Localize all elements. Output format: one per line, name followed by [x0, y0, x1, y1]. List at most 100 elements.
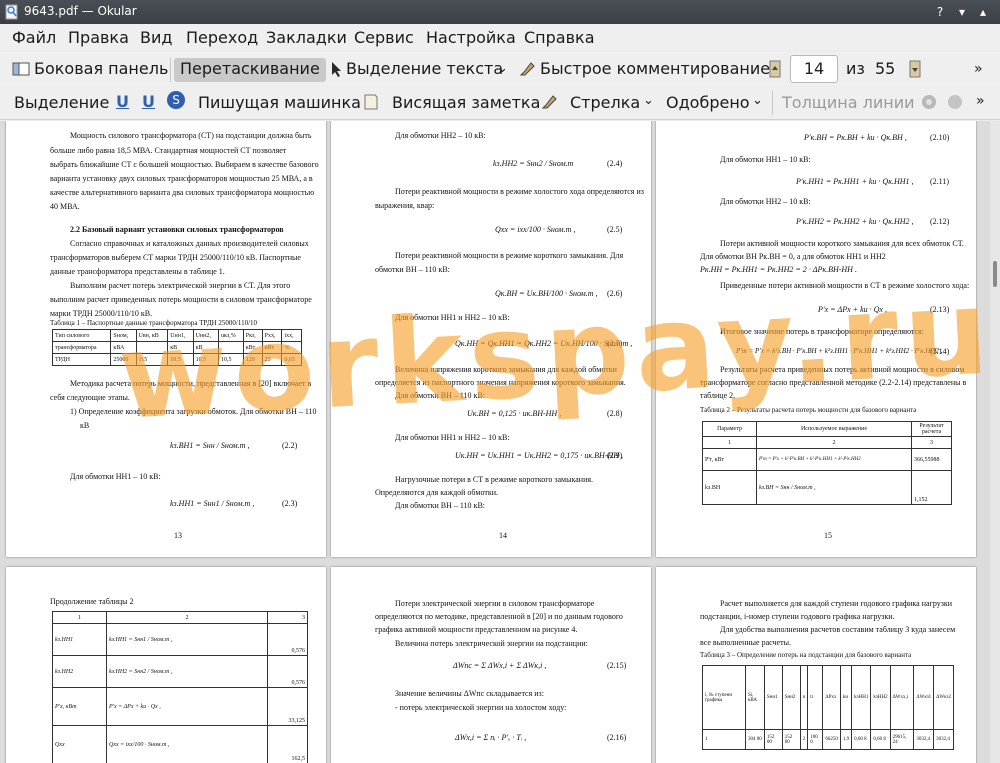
table-cell: kз.ВН = Sнн / Sном.т , — [756, 470, 912, 505]
table-cell: 33,125 — [267, 687, 308, 726]
menu-edit[interactable]: Правка — [68, 28, 129, 47]
table-cell: Uнн1, — [167, 329, 194, 342]
overflow-chevron-icon[interactable]: » — [976, 90, 985, 114]
equation-number: (2.12) — [930, 217, 950, 226]
help-icon[interactable]: ? — [932, 4, 948, 20]
text-line: определяется из паспортного значения нап… — [375, 378, 626, 387]
minimize-icon[interactable]: ▾ — [954, 4, 970, 20]
table-cell: Qхх = iхх/100 · Sном.т , — [106, 725, 268, 763]
stamp-approved-button[interactable]: Одобрено — [666, 92, 750, 116]
table-row: 1 304 00 152 00 152 00 2 100 0 66250 1,9… — [702, 729, 954, 750]
vertical-scrollbar[interactable] — [990, 121, 1000, 763]
menu-tools[interactable]: Сервис — [354, 28, 414, 47]
table-cell: Используемое выражение — [756, 421, 912, 437]
menu-bookmarks[interactable]: Закладки — [266, 28, 347, 47]
text-line: Выполним расчет потерь электрической эне… — [70, 281, 291, 290]
text-line: марки ТРДН 25000/110/10 кВ. — [50, 309, 153, 318]
text-line: Для обмотки НН2 – 10 кВ: — [720, 197, 811, 206]
drag-mode-button[interactable]: Перетаскивание — [174, 58, 326, 82]
table-row: kз.НН1 kз.НН1 = Sнн1 / Sном.т , 0,576 — [52, 623, 308, 656]
equation: kз.НН2 = Sнн2 / Sном.т — [493, 159, 574, 168]
page-16: Продолжение таблицы 2 1 2 3 kз.НН1 kз.НН… — [6, 567, 326, 763]
table-cell: 162,5 — [267, 725, 308, 763]
text-line: Согласно справочных и каталожных данных … — [70, 239, 309, 248]
previous-page-icon[interactable] — [766, 60, 784, 78]
typewriter-button[interactable]: Пишущая машинка — [198, 92, 361, 116]
table-cell: кВА — [110, 341, 137, 354]
table-cell: 3 — [267, 611, 308, 624]
equation-number: (2.8) — [607, 409, 623, 418]
note-icon — [364, 94, 378, 110]
squiggly-underline-icon[interactable]: U — [142, 91, 155, 115]
color-icon[interactable] — [920, 93, 938, 111]
table-cell: i, № ступени графика — [702, 665, 746, 730]
menu-file[interactable]: Файл — [12, 28, 56, 47]
equation-number: (2.2) — [282, 441, 298, 450]
table-cell: Sнн1 — [763, 665, 783, 730]
text-line: Потери реактивной мощности в режиме коро… — [395, 251, 624, 260]
next-page-icon[interactable] — [906, 60, 924, 78]
equation: P'к.ВН = Pк.ВН + kи · Qк.ВН , — [804, 133, 907, 142]
overflow-chevron-icon[interactable]: » — [974, 58, 983, 82]
table-cell: P'т = P'х + k²·P'к.ВН + k²·P'к.НН1 + k²·… — [756, 448, 912, 471]
text-line: Методика расчета потерь мощности, предст… — [70, 379, 312, 388]
text-line: Расчет выполняется для каждой ступени го… — [720, 599, 953, 608]
selection-tool-button[interactable]: Выделение — [14, 92, 109, 116]
table-cell: 3 — [911, 436, 952, 449]
floating-note-button[interactable]: Висящая заметка — [392, 92, 540, 116]
text-line: данные трансформатора представлены в таб… — [50, 267, 225, 276]
menu-view[interactable]: Вид — [140, 28, 172, 47]
table-cell: Uвн, кВ — [135, 329, 169, 342]
equation: ΔWпс = Σ ΔWх,i + Σ ΔWк,i , — [453, 661, 547, 670]
table-cell: трансформатора — [51, 341, 112, 354]
equation-number: (2.15) — [607, 661, 627, 670]
page-17: Потери электрической энергии в силовом т… — [331, 567, 651, 763]
page-18: Расчет выполняется для каждой ступени го… — [656, 567, 976, 763]
table-cell: кВт — [242, 341, 263, 354]
scrollbar-thumb[interactable] — [993, 261, 997, 287]
table-cell: Si, кВА — [744, 665, 765, 730]
text-line: Потери электрической энергии в силовом т… — [395, 599, 595, 608]
text-line: Для обмотки ВН Pк.ВН = 0, а для обмоток … — [700, 252, 886, 261]
arrow-tool-button[interactable]: Стрелка — [570, 92, 640, 116]
opacity-icon[interactable] — [946, 93, 964, 111]
page-of-label: из — [846, 59, 865, 78]
chevron-down-icon[interactable]: ⌄ — [497, 58, 508, 82]
menu-settings[interactable]: Настройка — [426, 28, 516, 47]
equation: Qхх = iхх/100 · Sном.т , — [495, 225, 576, 234]
equation-number: (2.13) — [930, 305, 950, 314]
page-number-input[interactable]: 14 — [790, 55, 838, 83]
menu-help[interactable]: Справка — [524, 28, 595, 47]
table-row: P'х, кВт P'х = ΔPх + kи · Qх , 33,125 — [52, 687, 308, 726]
sidebar-button[interactable]: Боковая панель — [34, 58, 168, 82]
table-cell: 3032,4 — [913, 729, 935, 750]
table-cell: ΔWкз2 — [933, 665, 954, 730]
text-line: себя следующие этапы. — [50, 393, 130, 402]
equation: Uк.ВН = 0,125 · uк.ВН-НН , — [467, 409, 562, 418]
equation: P'х = ΔPх + kи · Qх , — [818, 305, 887, 314]
table-row: kз.НН2 kз.НН2 = Sнн2 / Sном.т , 0,576 — [52, 655, 308, 688]
table-cell: 66250 — [822, 729, 841, 750]
menu-go[interactable]: Переход — [186, 28, 258, 47]
table-cell: 0,576 — [267, 623, 308, 656]
quick-comment-button[interactable]: Быстрое комментирование — [540, 58, 770, 82]
table-cell: 1 — [702, 436, 757, 449]
chevron-down-icon[interactable]: ⌄ — [643, 90, 654, 114]
document-view[interactable]: Мощность силового трансформатора (СТ) на… — [0, 121, 990, 763]
text-select-button[interactable]: Выделение текста — [346, 58, 503, 82]
strikethrough-icon[interactable]: S — [167, 91, 185, 109]
text-line: Для обмотки НН1 – 10 кВ: — [720, 155, 811, 164]
text-line: Pк.НН = Pк.НН1 = Pк.НН2 = 2 · ΔPк.ВН-НН … — [700, 265, 857, 274]
line-width-button[interactable]: Толщина линии — [782, 92, 915, 116]
equation-number: (2.3) — [282, 499, 298, 508]
equation: Qк.НН = Qк.НН1 = Qк.НН2 = Uк.НН/100 · Sн… — [455, 339, 633, 348]
underline-icon[interactable]: U — [116, 91, 129, 115]
equation-number: (2.4) — [607, 159, 623, 168]
table-cell: ΔPхх — [822, 665, 841, 730]
chevron-down-icon[interactable]: ⌄ — [752, 90, 763, 114]
equation: kз.НН1 = Sнн1 / Sном.т , — [170, 499, 255, 508]
maximize-icon[interactable]: ▴ — [975, 4, 991, 20]
equation: P'т = P'х + k²з.ВН · P'к.ВН + k²з.НН1 · … — [736, 347, 943, 355]
table-cell: Uнн2, — [192, 329, 220, 342]
table-row: Параметр Используемое выражение Результа… — [702, 421, 952, 437]
